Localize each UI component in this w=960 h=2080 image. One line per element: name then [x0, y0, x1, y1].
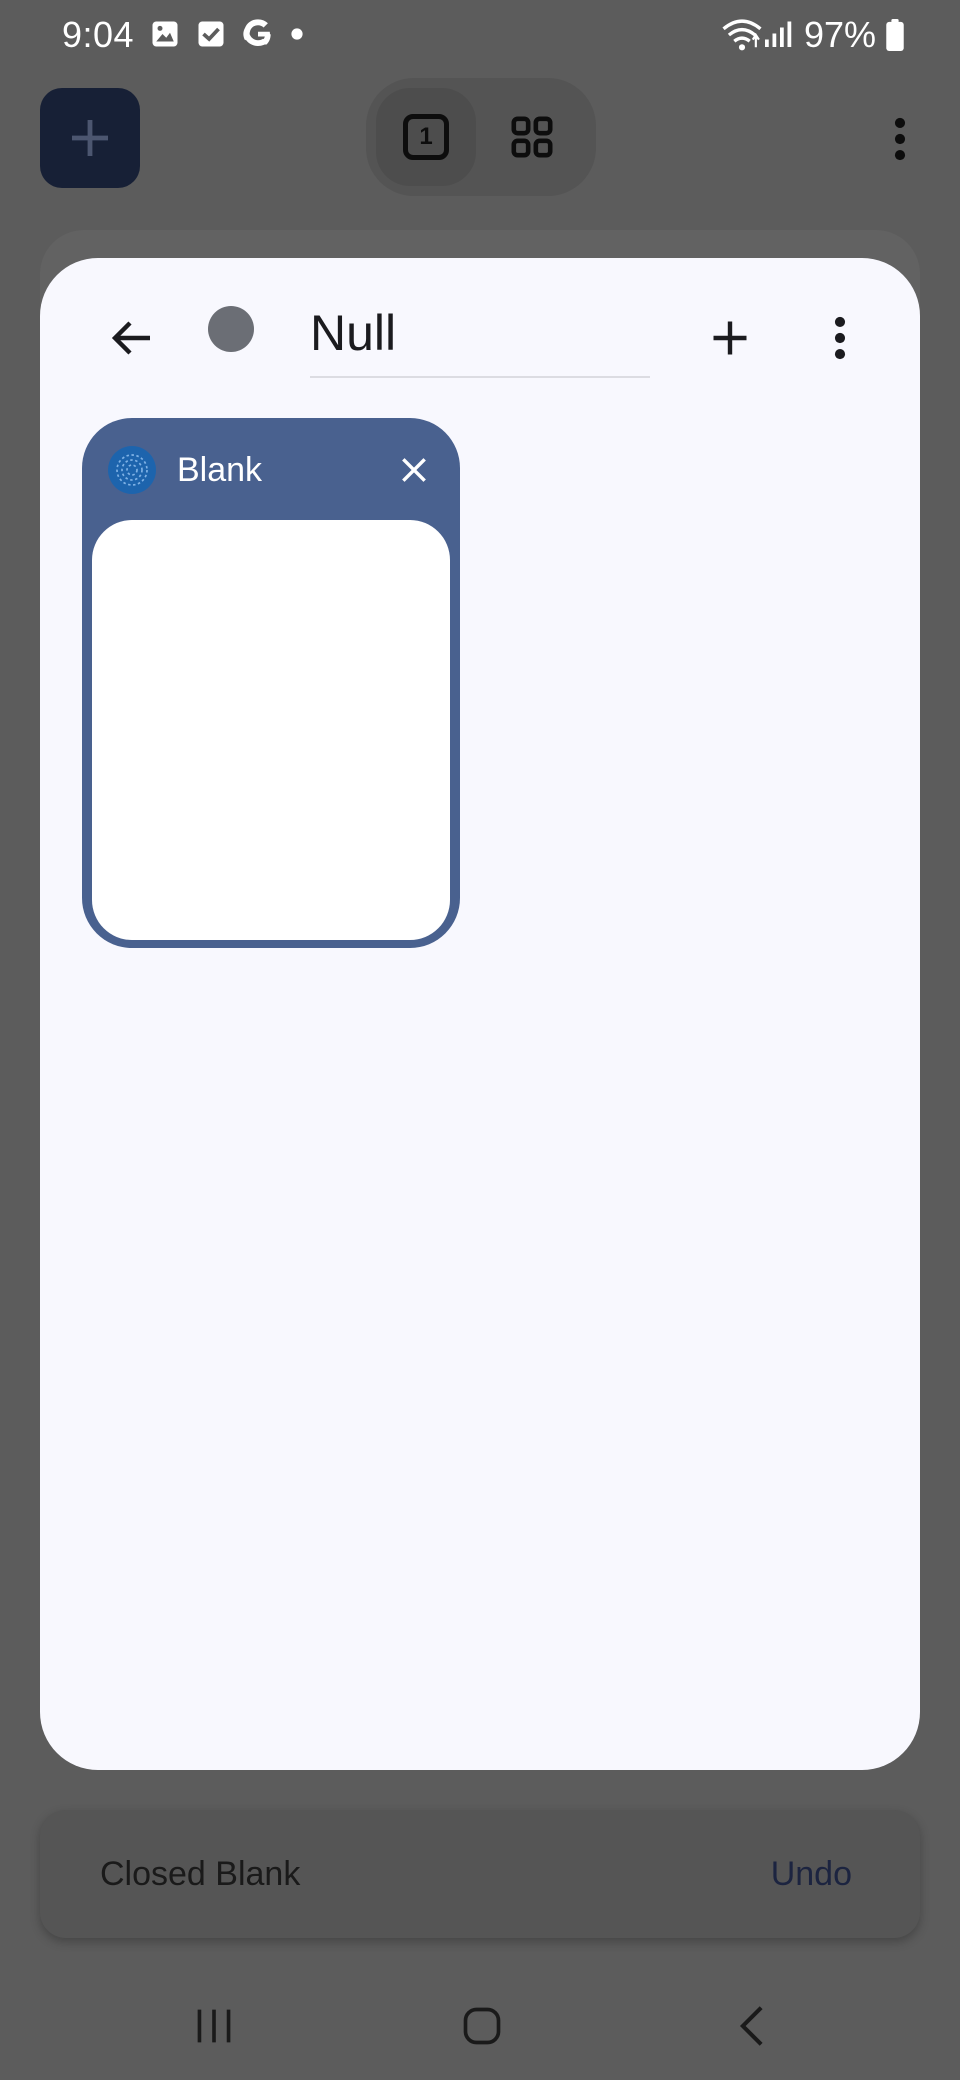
status-time: 9:04: [62, 14, 135, 55]
plus-icon: [713, 321, 747, 355]
signal-icon: [764, 21, 792, 47]
overflow-menu-button[interactable]: [880, 104, 920, 174]
back-button[interactable]: [92, 298, 172, 378]
add-tab-to-group-button[interactable]: [690, 298, 770, 378]
battery-percent: 97%: [803, 14, 876, 55]
globe-icon: [108, 446, 156, 494]
tab-card[interactable]: Blank: [82, 418, 460, 948]
tab-count-button[interactable]: 1: [386, 98, 466, 176]
grid-icon: [511, 116, 553, 158]
back-icon: [739, 2006, 763, 2046]
dot-icon: [291, 28, 303, 40]
notification-icons: [150, 18, 320, 50]
tab-groups-button[interactable]: [492, 98, 572, 176]
more-vert-icon: [834, 316, 846, 360]
group-title: Null: [310, 305, 397, 361]
arrow-back-icon: [111, 321, 150, 355]
status-bar: 9:04 97%: [0, 0, 960, 76]
tab-count: 1: [419, 123, 433, 150]
system-status: 97%: [722, 14, 904, 56]
image-icon: [152, 21, 178, 47]
google-icon: [243, 19, 271, 46]
screen: 9:04 97% 1 Null Blank Closed Blank Undo: [0, 0, 960, 2080]
tab-group-dialog: Null Blank: [40, 258, 920, 1770]
undo-button[interactable]: Undo: [771, 1810, 852, 1938]
tab-switcher-mode-toggle: 1: [366, 78, 596, 196]
recents-icon: [197, 2009, 231, 2043]
close-tab-button[interactable]: [388, 444, 440, 496]
navigation-bar: [0, 1970, 960, 2080]
plus-icon: [72, 120, 108, 156]
home-icon: [463, 2007, 501, 2045]
tab-title: Blank: [177, 451, 263, 489]
check-box-icon: [198, 21, 224, 47]
close-icon: [402, 458, 426, 482]
group-menu-button[interactable]: [820, 298, 860, 378]
home-button[interactable]: [442, 1986, 522, 2066]
snackbar-message: Closed Blank: [100, 1855, 301, 1893]
more-vert-icon: [894, 117, 906, 161]
wifi-icon: [722, 19, 762, 51]
back-button-nav[interactable]: [712, 1986, 792, 2066]
group-color-button[interactable]: [208, 306, 254, 352]
snackbar: Closed Blank Undo: [40, 1810, 920, 1938]
group-title-field[interactable]: Null: [310, 288, 650, 378]
tab-count-icon: 1: [403, 114, 449, 160]
new-tab-button[interactable]: [40, 88, 140, 188]
recents-button[interactable]: [174, 1986, 254, 2066]
tab-thumbnail[interactable]: [92, 520, 450, 940]
battery-icon: [886, 19, 904, 51]
